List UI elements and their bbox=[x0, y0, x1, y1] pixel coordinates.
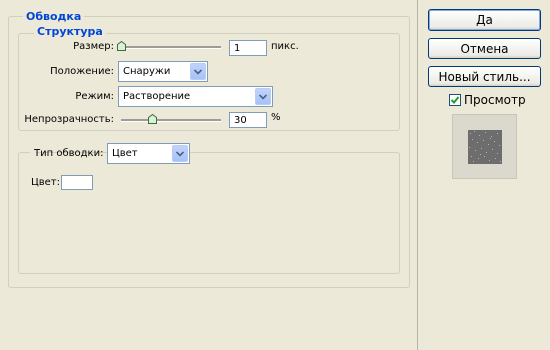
blend-mode-select-value: Растворение bbox=[123, 91, 191, 102]
preview-label[interactable]: Просмотр bbox=[464, 93, 526, 107]
blend-mode-select[interactable]: Растворение bbox=[118, 86, 273, 107]
opacity-slider-track[interactable] bbox=[121, 119, 221, 122]
fill-type-label: Тип обводки: bbox=[34, 148, 104, 159]
opacity-input[interactable]: 30 bbox=[229, 112, 267, 128]
color-label: Цвет: bbox=[31, 177, 61, 188]
position-select-value: Снаружи bbox=[123, 66, 171, 77]
opacity-slider-thumb[interactable] bbox=[148, 114, 157, 124]
size-label: Размер: bbox=[73, 41, 114, 52]
size-slider-track[interactable] bbox=[121, 46, 221, 49]
chevron-down-icon[interactable] bbox=[172, 145, 188, 162]
preview-swatch bbox=[468, 130, 502, 164]
fill-type-select-value: Цвет bbox=[112, 148, 138, 159]
position-label: Положение: bbox=[50, 66, 114, 77]
check-icon bbox=[450, 96, 460, 104]
chevron-down-icon[interactable] bbox=[190, 63, 206, 80]
ok-button[interactable]: Да bbox=[428, 9, 541, 31]
opacity-unit: % bbox=[271, 112, 281, 123]
color-swatch[interactable] bbox=[61, 175, 93, 190]
stroke-group-legend: Обводка bbox=[23, 10, 85, 23]
position-select[interactable]: Снаружи bbox=[118, 61, 208, 82]
size-slider-thumb[interactable] bbox=[117, 41, 126, 51]
blend-mode-label: Режим: bbox=[75, 91, 114, 102]
new-style-button[interactable]: Новый стиль... bbox=[428, 66, 541, 87]
dissolve-noise-pattern bbox=[469, 131, 501, 162]
chevron-down-icon[interactable] bbox=[255, 88, 271, 105]
fill-type-select[interactable]: Цвет bbox=[107, 143, 190, 164]
cancel-button[interactable]: Отмена bbox=[428, 38, 541, 59]
size-unit: пикс. bbox=[271, 41, 299, 52]
size-input[interactable]: 1 bbox=[229, 40, 267, 56]
structure-group-legend: Структура bbox=[34, 25, 106, 38]
preview-thumbnail bbox=[452, 114, 517, 179]
opacity-label: Непрозрачность: bbox=[24, 114, 114, 125]
preview-checkbox[interactable] bbox=[449, 94, 461, 106]
fill-type-group bbox=[18, 152, 400, 274]
